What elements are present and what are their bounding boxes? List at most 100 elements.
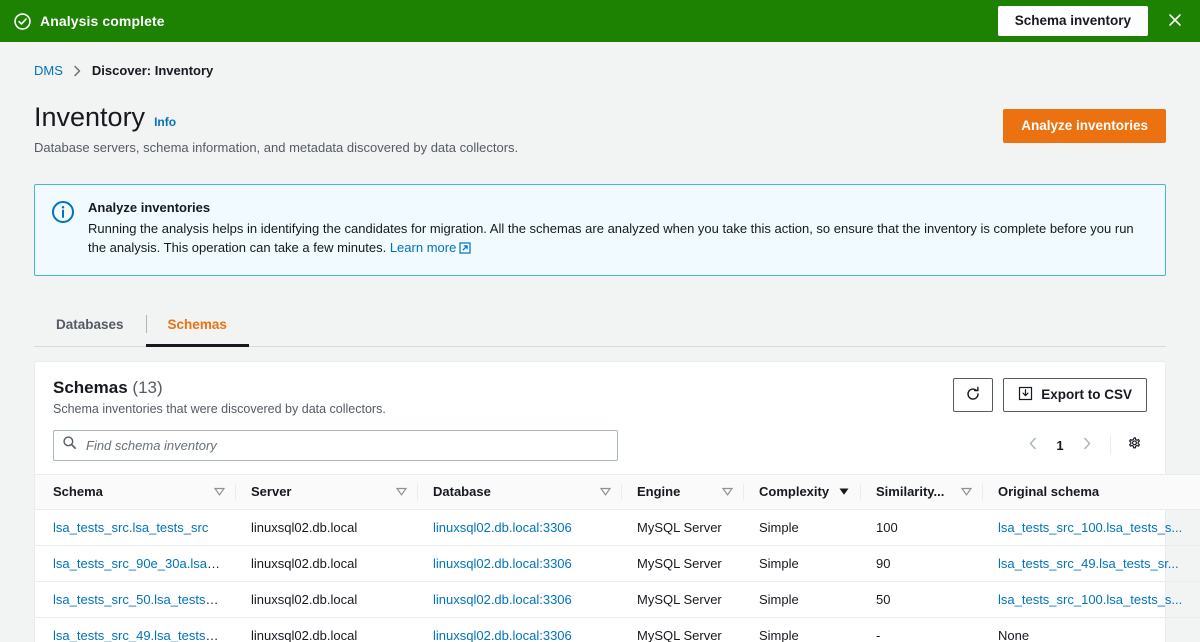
column-header-similarity[interactable]: Similarity... [860,473,982,510]
sort-descending-icon [213,484,226,499]
column-label-original-schema: Original schema [998,483,1100,499]
cell-similarity: 90 [860,545,982,582]
cell-original-schema: lsa_tests_src_49.lsa_tests_sr... [982,545,1200,582]
info-circle-icon [51,200,75,224]
cell-complexity: Simple [743,545,860,582]
download-icon [1018,386,1033,404]
cell-server: linuxsql02.db.local [235,617,417,642]
table-card-header: Schemas (13) Schema inventories that wer… [35,362,1165,416]
column-label-complexity: Complexity [759,483,830,499]
schema-link[interactable]: lsa_tests_src_49.lsa_tests_s... [53,628,230,642]
cell-complexity: Simple [743,509,860,546]
chevron-right-icon [73,65,82,77]
table-row: lsa_tests_src_49.lsa_tests_s... linuxsql… [35,617,1200,642]
page-content: DMS Discover: Inventory Inventory Info D… [0,42,1200,642]
page-title: Inventory [34,102,146,132]
gear-icon [1126,435,1143,455]
column-header-original-schema[interactable]: Original schema [982,473,1200,510]
breadcrumb-item-dms[interactable]: DMS [34,63,63,78]
info-alert: Analyze inventories Running the analysis… [34,184,1166,276]
table-row: lsa_tests_src_90e_30a.lsa_t... linuxsql0… [35,545,1200,582]
cell-database: linuxsql02.db.local:3306 [417,581,621,618]
table-preferences-button[interactable] [1121,432,1147,458]
external-link-icon[interactable] [459,241,471,260]
flash-banner: Analysis complete Schema inventory [0,0,1200,42]
cell-complexity: Simple [743,581,860,618]
table-header: Schema Server Database Engine Complexity… [35,473,1200,510]
export-to-csv-button[interactable]: Export to CSV [1003,378,1147,412]
table-subtitle: Schema inventories that were discovered … [53,401,386,416]
table-title: Schemas [53,377,128,397]
tab-databases[interactable]: Databases [34,306,146,347]
export-to-csv-label: Export to CSV [1041,387,1132,403]
refresh-button[interactable] [953,377,994,413]
column-header-server[interactable]: Server [235,473,417,510]
tab-schemas[interactable]: Schemas [145,306,249,347]
database-link[interactable]: linuxsql02.db.local:3306 [433,628,572,642]
flash-actions: Schema inventory [997,6,1186,36]
table-item-count: (13) [132,377,163,397]
schemas-table-card: Schemas (13) Schema inventories that wer… [34,360,1200,642]
column-header-database[interactable]: Database [417,473,621,510]
cell-schema: lsa_tests_src.lsa_tests_src [35,509,235,546]
database-link[interactable]: linuxsql02.db.local:3306 [433,592,572,607]
pagination-prev-button[interactable] [1020,432,1046,458]
flash-message-group: Analysis complete [14,12,998,30]
cell-similarity: - [860,617,982,642]
page-description: Database servers, schema information, an… [34,140,519,156]
search-field-wrapper [53,429,618,461]
inventory-tabs: Databases Schemas [34,306,1166,347]
column-label-schema: Schema [53,483,103,499]
schema-link[interactable]: lsa_tests_src.lsa_tests_src [53,520,208,535]
pagination-page-1[interactable]: 1 [1050,438,1070,453]
cell-engine: MySQL Server [621,581,743,618]
table-row: lsa_tests_src_50.lsa_tests_s... linuxsql… [35,581,1200,618]
cell-original-schema: None [982,617,1200,642]
cell-original-schema: lsa_tests_src_100.lsa_tests_s... [982,581,1200,618]
flash-message-text: Analysis complete [40,13,165,29]
column-header-engine[interactable]: Engine [621,473,743,510]
column-label-server: Server [251,483,292,499]
analyze-inventories-button[interactable]: Analyze inventories [1003,109,1166,144]
cell-similarity: 50 [860,581,982,618]
title-row: Inventory Info [34,102,518,133]
table-card-heading: Schemas (13) Schema inventories that wer… [53,378,386,416]
page-header-text: Inventory Info Database servers, schema … [34,102,518,155]
chevron-left-icon [1028,437,1038,453]
info-alert-title: Analyze inventories [88,200,211,216]
cell-server: linuxsql02.db.local [235,581,417,618]
cell-engine: MySQL Server [621,617,743,642]
search-input[interactable] [53,429,618,461]
sort-descending-active-icon [838,484,850,499]
original-schema-link[interactable]: lsa_tests_src_100.lsa_tests_s... [998,592,1182,607]
flash-dismiss-button[interactable] [1164,10,1186,32]
column-header-complexity[interactable]: Complexity [743,473,860,510]
column-label-similarity: Similarity... [876,483,945,499]
schema-inventory-button[interactable]: Schema inventory [997,6,1148,36]
original-schema-link[interactable]: lsa_tests_src_49.lsa_tests_sr... [998,556,1179,571]
database-link[interactable]: linuxsql02.db.local:3306 [433,556,572,571]
table-filter-row: 1 [35,416,1165,474]
schema-link[interactable]: lsa_tests_src_50.lsa_tests_s... [53,592,230,607]
pagination-divider [1110,435,1111,456]
learn-more-link[interactable]: Learn more [390,240,456,255]
cell-server: linuxsql02.db.local [235,509,417,546]
table-title-row: Schemas (13) [53,378,386,398]
cell-similarity: 100 [860,509,982,546]
info-link[interactable]: Info [154,115,176,129]
info-alert-text: Running the analysis helps in identifyin… [88,220,1134,255]
column-label-engine: Engine [637,483,681,499]
sort-descending-icon [599,484,612,499]
original-schema-link[interactable]: lsa_tests_src_100.lsa_tests_s... [998,520,1182,535]
info-alert-body: Analyze inventories Running the analysis… [88,199,1149,260]
breadcrumb-item-current: Discover: Inventory [91,63,214,78]
pagination-next-button[interactable] [1074,432,1100,458]
table-card-actions: Export to CSV [953,377,1147,413]
schema-link[interactable]: lsa_tests_src_90e_30a.lsa_t... [53,556,229,571]
database-link[interactable]: linuxsql02.db.local:3306 [433,520,572,535]
cell-schema: lsa_tests_src_50.lsa_tests_s... [35,581,235,618]
column-header-schema[interactable]: Schema [35,473,235,510]
cell-complexity: Simple [743,617,860,642]
cell-database: linuxsql02.db.local:3306 [417,545,621,582]
table-row: lsa_tests_src.lsa_tests_src linuxsql02.d… [35,509,1200,546]
